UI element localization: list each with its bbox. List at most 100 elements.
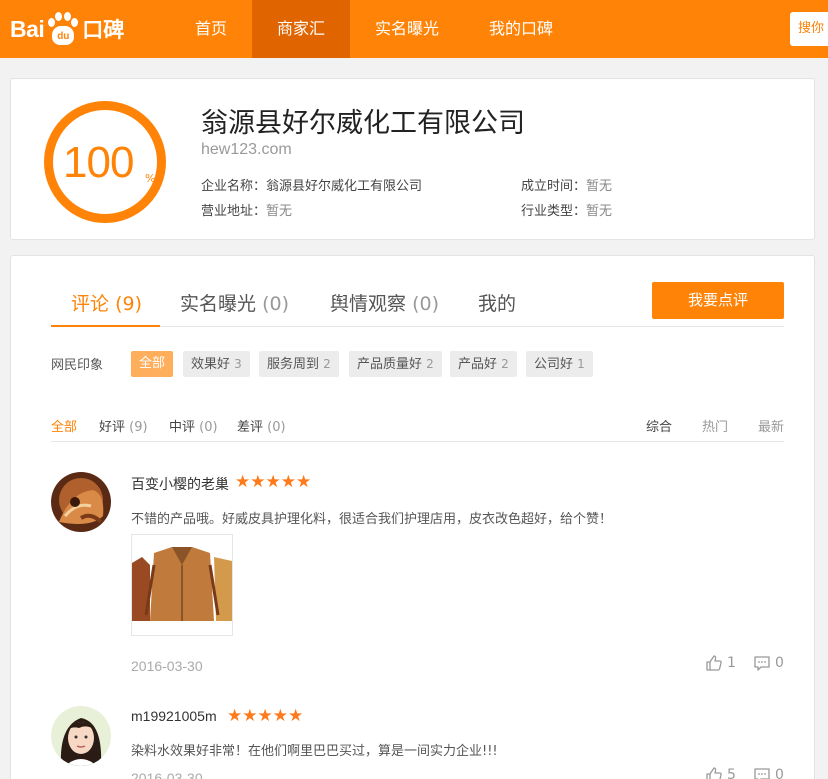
paw-icon: du: [45, 11, 81, 47]
filter-neutral[interactable]: 中评 (0): [169, 416, 218, 435]
filter-label: 差评: [237, 420, 264, 435]
info-label: 行业类型：: [521, 204, 587, 219]
write-review-button[interactable]: 我要点评: [652, 282, 784, 319]
reply-button[interactable]: 0: [753, 654, 784, 672]
nav-item-merchants[interactable]: 商家汇: [252, 0, 351, 58]
review-photo[interactable]: [131, 534, 233, 636]
impressions-label: 网民印象: [51, 358, 104, 373]
like-button[interactable]: 1: [705, 654, 736, 672]
rating-stars: ★★★★★: [235, 472, 312, 492]
tab-label: 舆情观察: [330, 293, 407, 315]
review-date: 2016-03-30: [131, 770, 203, 779]
rating-filters: 全部 好评 (9) 中评 (0) 差评 (0) 综合 热门 最新: [51, 416, 784, 442]
logo-koubei-text: 口碑: [82, 18, 125, 42]
tab-label: 我的: [478, 293, 517, 315]
reply-button[interactable]: 0: [753, 766, 784, 779]
tab-count: (9): [115, 293, 142, 315]
filter-positive[interactable]: 好评 (9): [99, 416, 148, 435]
nav-item-home[interactable]: 首页: [170, 0, 252, 58]
info-value: 暂无: [266, 204, 293, 219]
info-industry: 行业类型：暂无: [521, 200, 612, 219]
like-count: 5: [727, 767, 736, 779]
info-address: 营业地址：暂无: [201, 200, 292, 219]
tab-sentiment[interactable]: 舆情观察 (0): [330, 289, 439, 316]
filter-negative[interactable]: 差评 (0): [237, 416, 286, 435]
tab-count: (0): [412, 293, 439, 315]
tag-count: 2: [501, 357, 509, 371]
info-company-name: 企业名称：翁源县好尔威化工有限公司: [201, 175, 422, 194]
tag-label: 产品质量好: [357, 357, 423, 372]
company-title: 翁源县好尔威化工有限公司: [201, 108, 525, 139]
sort-popular[interactable]: 热门: [702, 416, 728, 435]
info-label: 企业名称：: [201, 179, 267, 194]
active-tab-underline: [51, 325, 160, 327]
sort-overall[interactable]: 综合: [646, 416, 672, 435]
tab-mine[interactable]: 我的: [478, 289, 516, 316]
filter-label: 好评: [99, 420, 126, 435]
tab-comments[interactable]: 评论 (9): [71, 289, 142, 316]
search-button[interactable]: 搜你: [790, 12, 828, 46]
thumbs-up-icon: [706, 655, 722, 671]
tag-product-good[interactable]: 产品好 2: [450, 351, 517, 377]
tag-label: 公司好: [534, 357, 574, 372]
company-card: 100 % 翁源县好尔威化工有限公司 hew123.com 企业名称：翁源县好尔…: [10, 78, 815, 240]
score-ring: 100 %: [44, 101, 166, 223]
comment-count: 0: [775, 655, 784, 671]
tag-label: 服务周到: [267, 357, 320, 372]
info-value: 暂无: [586, 204, 613, 219]
nav-item-exposure[interactable]: 实名曝光: [350, 0, 464, 58]
main-nav: 首页 商家汇 实名曝光 我的口碑: [170, 0, 578, 58]
like-button[interactable]: 5: [705, 766, 736, 779]
review-text: 不错的产品哦。好威皮具护理化料，很适合我们护理店用，皮衣改色超好，给个赞！: [131, 512, 613, 527]
comment-count: 0: [775, 767, 784, 779]
info-value: 翁源县好尔威化工有限公司: [266, 179, 423, 194]
filter-count: (0): [199, 420, 218, 435]
tag-count: 2: [426, 357, 434, 371]
info-label: 成立时间：: [521, 179, 587, 194]
info-label: 营业地址：: [201, 204, 267, 219]
tag-effect-good[interactable]: 效果好 3: [183, 351, 250, 377]
thumbs-up-icon: [706, 767, 722, 779]
filter-label: 全部: [51, 420, 78, 435]
filter-count: (0): [267, 420, 286, 435]
filter-label: 中评: [169, 420, 196, 435]
reviewer-name[interactable]: 百变小樱的老巢: [131, 474, 229, 494]
review-date: 2016-03-30: [131, 658, 203, 674]
info-value: 暂无: [586, 179, 613, 194]
company-url[interactable]: hew123.com: [201, 141, 292, 159]
tab-label: 实名曝光: [180, 293, 257, 315]
score-unit: %: [145, 172, 156, 185]
rating-stars: ★★★★★: [227, 706, 304, 726]
info-founded: 成立时间：暂无: [521, 175, 612, 194]
tab-exposure[interactable]: 实名曝光 (0): [180, 289, 289, 316]
tag-count: 3: [234, 357, 242, 371]
comment-icon: [754, 656, 770, 671]
logo-du-text: du: [52, 26, 75, 45]
tag-quality-good[interactable]: 产品质量好 2: [349, 351, 442, 377]
like-count: 1: [727, 655, 736, 671]
reviews-card: 评论 (9) 实名曝光 (0) 舆情观察 (0) 我的 我要点评 网民印象 全部…: [10, 255, 815, 779]
filter-all[interactable]: 全部: [51, 416, 77, 435]
tag-company-good[interactable]: 公司好 1: [526, 351, 593, 377]
avatar[interactable]: [51, 472, 111, 532]
tab-label: 评论: [71, 293, 110, 315]
tag-count: 2: [323, 357, 331, 371]
tag-label: 全部: [139, 356, 166, 371]
tag-service-good[interactable]: 服务周到 2: [259, 351, 339, 377]
avatar[interactable]: [51, 706, 111, 766]
tag-label: 效果好: [191, 357, 231, 372]
nav-item-my-koubei[interactable]: 我的口碑: [464, 0, 578, 58]
tab-count: (0): [262, 293, 289, 315]
sort-latest[interactable]: 最新: [758, 416, 784, 435]
tag-label: 产品好: [458, 357, 498, 372]
review-text: 染料水效果好非常！在他们啊里巴巴买过，算是一间实力企业!!!: [131, 744, 498, 759]
tag-count: 1: [577, 357, 585, 371]
comment-icon: [754, 768, 770, 779]
logo-bai-text: Bai: [10, 15, 45, 42]
baidu-koubei-logo[interactable]: Bai du 口碑: [10, 10, 124, 48]
top-bar: Bai du 口碑 首页 商家汇 实名曝光 我的口碑 搜你: [0, 0, 828, 58]
reviewer-name[interactable]: m19921005m: [131, 708, 217, 724]
filter-count: (9): [129, 420, 148, 435]
score-value: 100: [63, 138, 134, 187]
tag-all[interactable]: 全部: [131, 351, 174, 377]
